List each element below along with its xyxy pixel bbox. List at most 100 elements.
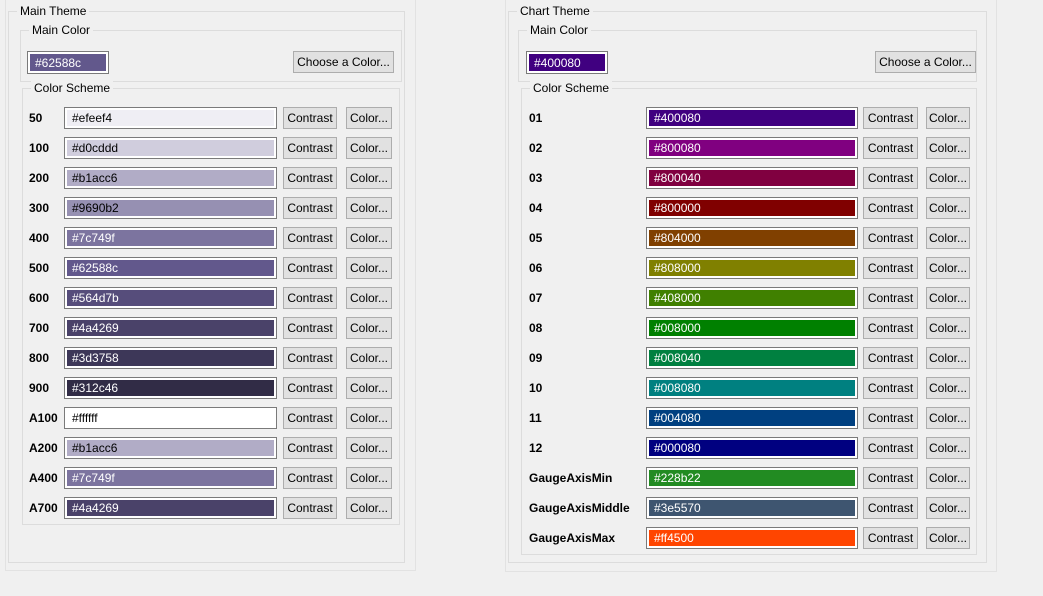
contrast-button[interactable]: Contrast [863, 527, 918, 549]
main-color-swatch[interactable]: #62588c [27, 51, 109, 74]
color-value-field[interactable]: #564d7b [64, 287, 277, 309]
color-button[interactable]: Color... [346, 197, 392, 219]
contrast-button[interactable]: Contrast [863, 347, 918, 369]
color-value-field[interactable]: #800000 [646, 197, 858, 219]
color-button[interactable]: Color... [926, 467, 970, 489]
color-button[interactable]: Color... [346, 377, 392, 399]
color-button[interactable]: Color... [926, 197, 970, 219]
choose-color-button[interactable]: Choose a Color... [293, 51, 394, 73]
color-button[interactable]: Color... [926, 317, 970, 339]
color-button[interactable]: Color... [346, 227, 392, 249]
color-scheme-row: 500#62588cContrastColor... [23, 257, 399, 287]
contrast-button[interactable]: Contrast [283, 137, 337, 159]
color-value-field[interactable]: #800080 [646, 137, 858, 159]
choose-color-button[interactable]: Choose a Color... [875, 51, 976, 73]
contrast-button[interactable]: Contrast [863, 467, 918, 489]
color-value-field[interactable]: #000080 [646, 437, 858, 459]
row-label: A100 [29, 407, 63, 429]
contrast-button[interactable]: Contrast [283, 257, 337, 279]
color-button[interactable]: Color... [926, 137, 970, 159]
color-value-field[interactable]: #004080 [646, 407, 858, 429]
contrast-button[interactable]: Contrast [863, 197, 918, 219]
contrast-button[interactable]: Contrast [283, 377, 337, 399]
color-button[interactable]: Color... [926, 497, 970, 519]
color-button[interactable]: Color... [346, 437, 392, 459]
color-button[interactable]: Color... [926, 347, 970, 369]
color-hex-value: #9690b2 [67, 200, 274, 216]
color-value-field[interactable]: #9690b2 [64, 197, 277, 219]
contrast-button[interactable]: Contrast [283, 107, 337, 129]
contrast-button[interactable]: Contrast [863, 257, 918, 279]
contrast-button[interactable]: Contrast [863, 107, 918, 129]
color-button[interactable]: Color... [346, 257, 392, 279]
color-value-field[interactable]: #7c749f [64, 227, 277, 249]
color-value-field[interactable]: #4a4269 [64, 497, 277, 519]
color-value-field[interactable]: #800040 [646, 167, 858, 189]
contrast-button[interactable]: Contrast [283, 407, 337, 429]
contrast-button[interactable]: Contrast [863, 227, 918, 249]
contrast-button[interactable]: Contrast [863, 287, 918, 309]
color-value-field[interactable]: #b1acc6 [64, 167, 277, 189]
color-button[interactable]: Color... [926, 527, 970, 549]
color-value-field[interactable]: #008000 [646, 317, 858, 339]
contrast-button[interactable]: Contrast [863, 437, 918, 459]
color-button[interactable]: Color... [346, 407, 392, 429]
color-value-field[interactable]: #3e5570 [646, 497, 858, 519]
color-button[interactable]: Color... [346, 497, 392, 519]
color-button[interactable]: Color... [926, 257, 970, 279]
color-value-field[interactable]: #ffffff [64, 407, 277, 429]
color-button[interactable]: Color... [346, 287, 392, 309]
contrast-button[interactable]: Contrast [283, 197, 337, 219]
row-label: 12 [529, 437, 644, 459]
row-label: 900 [29, 377, 63, 399]
contrast-button[interactable]: Contrast [863, 407, 918, 429]
color-button[interactable]: Color... [346, 347, 392, 369]
color-value-field[interactable]: #d0cddd [64, 137, 277, 159]
color-value-field[interactable]: #efeef4 [64, 107, 277, 129]
row-label: 100 [29, 137, 63, 159]
main-color-swatch[interactable]: #400080 [526, 51, 608, 74]
color-value-field[interactable]: #312c46 [64, 377, 277, 399]
contrast-button[interactable]: Contrast [863, 317, 918, 339]
contrast-button[interactable]: Contrast [283, 227, 337, 249]
color-value-field[interactable]: #808000 [646, 257, 858, 279]
contrast-button[interactable]: Contrast [283, 437, 337, 459]
contrast-button[interactable]: Contrast [283, 347, 337, 369]
color-button[interactable]: Color... [926, 377, 970, 399]
contrast-button[interactable]: Contrast [283, 287, 337, 309]
color-button[interactable]: Color... [926, 107, 970, 129]
contrast-button[interactable]: Contrast [283, 317, 337, 339]
color-button[interactable]: Color... [926, 407, 970, 429]
chart-theme-title: Chart Theme [517, 4, 593, 18]
color-button[interactable]: Color... [926, 227, 970, 249]
color-value-field[interactable]: #7c749f [64, 467, 277, 489]
color-value-field[interactable]: #804000 [646, 227, 858, 249]
color-value-field[interactable]: #ff4500 [646, 527, 858, 549]
contrast-button[interactable]: Contrast [283, 467, 337, 489]
color-button[interactable]: Color... [346, 107, 392, 129]
contrast-button[interactable]: Contrast [283, 497, 337, 519]
color-value-field[interactable]: #400080 [646, 107, 858, 129]
color-value-field[interactable]: #008080 [646, 377, 858, 399]
color-button[interactable]: Color... [346, 137, 392, 159]
color-value-field[interactable]: #408000 [646, 287, 858, 309]
color-hex-value: #7c749f [67, 470, 274, 486]
color-value-field[interactable]: #b1acc6 [64, 437, 277, 459]
color-value-field[interactable]: #008040 [646, 347, 858, 369]
color-button[interactable]: Color... [926, 287, 970, 309]
color-button[interactable]: Color... [346, 317, 392, 339]
color-value-field[interactable]: #62588c [64, 257, 277, 279]
color-button[interactable]: Color... [346, 467, 392, 489]
color-hex-value: #008000 [649, 320, 855, 336]
contrast-button[interactable]: Contrast [863, 167, 918, 189]
contrast-button[interactable]: Contrast [283, 167, 337, 189]
contrast-button[interactable]: Contrast [863, 377, 918, 399]
color-value-field[interactable]: #4a4269 [64, 317, 277, 339]
color-button[interactable]: Color... [926, 167, 970, 189]
color-button[interactable]: Color... [926, 437, 970, 459]
color-value-field[interactable]: #228b22 [646, 467, 858, 489]
contrast-button[interactable]: Contrast [863, 497, 918, 519]
contrast-button[interactable]: Contrast [863, 137, 918, 159]
color-value-field[interactable]: #3d3758 [64, 347, 277, 369]
color-button[interactable]: Color... [346, 167, 392, 189]
